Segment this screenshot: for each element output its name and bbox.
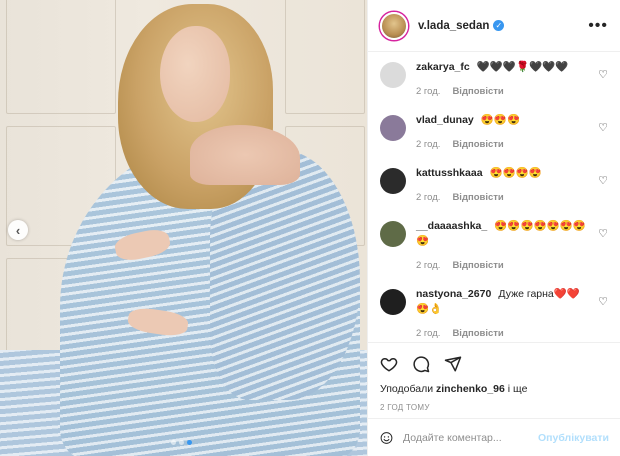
comment-username[interactable]: zakarya_fc [416, 61, 470, 73]
carousel-dot [179, 440, 184, 445]
avatar[interactable] [380, 62, 406, 88]
post-photo[interactable]: ‹ [0, 0, 367, 456]
comment-like-heart-icon[interactable]: ♡ [598, 68, 608, 81]
carousel-dot [187, 440, 192, 445]
post-username[interactable]: v.lada_sedan [418, 20, 489, 32]
wall-panel [6, 0, 116, 114]
post-header: v.lada_sedan ✓ ••• [368, 0, 620, 52]
share-icon[interactable] [444, 355, 462, 373]
comment-item: nastyona_2670 Дуже гарна❤️❤️😍👌 2 год. Ві… [380, 287, 608, 340]
comment-meta: 2 год. Відповісти [416, 137, 588, 152]
avatar[interactable] [380, 11, 408, 40]
add-comment-bar: Опублікувати [368, 418, 620, 456]
more-options-icon[interactable]: ••• [588, 17, 608, 35]
comment-body: zakarya_fc 🖤🖤🖤🌹🖤🖤🖤 2 год. Відповісти [416, 60, 608, 99]
comment-item: kattusshkaaa 😍😍😍😍 2 год. Відповісти ♡ [380, 166, 608, 205]
comment-body: vlad_dunay 😍😍😍 2 год. Відповісти [416, 113, 608, 152]
comment-text: 😍😍😍 [480, 114, 521, 126]
wall-panel [285, 0, 365, 114]
reply-button[interactable]: Відповісти [452, 137, 503, 152]
comment-item: __daaaashka_ 😍😍😍😍😍😍😍😍 2 год. Відповісти … [380, 219, 608, 273]
comment-username[interactable]: nastyona_2670 [416, 288, 491, 300]
emoji-icon[interactable] [380, 429, 393, 447]
comment-like-heart-icon[interactable]: ♡ [598, 121, 608, 134]
comment-icon[interactable] [412, 355, 430, 373]
avatar[interactable] [380, 221, 406, 247]
comment-like-heart-icon[interactable]: ♡ [598, 295, 608, 308]
comment-username[interactable]: kattusshkaaa [416, 167, 483, 179]
comment-meta: 2 год. Відповісти [416, 326, 588, 340]
post-side-panel: v.lada_sedan ✓ ••• zakarya_fc 🖤🖤🖤🌹🖤🖤🖤 2 … [367, 0, 620, 456]
comments-list: zakarya_fc 🖤🖤🖤🌹🖤🖤🖤 2 год. Відповісти ♡ v… [368, 52, 620, 340]
comment-like-heart-icon[interactable]: ♡ [598, 227, 608, 240]
avatar[interactable] [380, 289, 406, 315]
comment-username[interactable]: __daaaashka_ [416, 220, 487, 232]
instagram-post: ‹ v.lada_sedan ✓ ••• zakarya_fc 🖤🖤🖤🌹🖤🖤🖤 … [0, 0, 620, 456]
comment-like-heart-icon[interactable]: ♡ [598, 174, 608, 187]
comment-time[interactable]: 2 год. [416, 258, 440, 273]
comment-username[interactable]: vlad_dunay [416, 114, 474, 126]
likes-user[interactable]: zinchenko_96 [436, 383, 505, 395]
comment-text: 🖤🖤🖤🌹🖤🖤🖤 [476, 61, 569, 73]
carousel-dot [171, 440, 176, 445]
publish-button[interactable]: Опублікувати [538, 432, 609, 444]
comment-body: kattusshkaaa 😍😍😍😍 2 год. Відповісти [416, 166, 608, 205]
comment-body: nastyona_2670 Дуже гарна❤️❤️😍👌 2 год. Ві… [416, 287, 608, 340]
reply-button[interactable]: Відповісти [452, 190, 503, 205]
comment-meta: 2 год. Відповісти [416, 258, 588, 273]
likes-summary: Уподобали zinchenko_96 і ще [380, 383, 609, 395]
carousel-dots [171, 440, 192, 445]
reply-button[interactable]: Відповісти [452, 84, 503, 99]
reply-button[interactable]: Відповісти [452, 326, 503, 340]
comment-time[interactable]: 2 год. [416, 190, 440, 205]
action-bar: Уподобали zinchenko_96 і ще 2 год тому [368, 342, 620, 412]
shoulder [190, 125, 300, 185]
comment-time[interactable]: 2 год. [416, 84, 440, 99]
comment-meta: 2 год. Відповісти [416, 190, 588, 205]
comment-text: 😍😍😍😍 [489, 167, 542, 179]
heart-icon[interactable] [380, 355, 398, 373]
avatar[interactable] [380, 168, 406, 194]
comment-meta: 2 год. Відповісти [416, 84, 588, 99]
comment-time[interactable]: 2 год. [416, 326, 440, 340]
comment-input[interactable] [402, 431, 538, 444]
comment-body: __daaaashka_ 😍😍😍😍😍😍😍😍 2 год. Відповісти [416, 219, 608, 273]
likes-prefix: Уподобали [380, 383, 434, 395]
post-timestamp: 2 год тому [380, 403, 430, 412]
avatar[interactable] [380, 115, 406, 141]
likes-suffix[interactable]: і ще [508, 383, 528, 395]
verified-badge-icon: ✓ [493, 20, 505, 31]
carousel-prev-button[interactable]: ‹ [8, 220, 28, 240]
comment-item: zakarya_fc 🖤🖤🖤🌹🖤🖤🖤 2 год. Відповісти ♡ [380, 60, 608, 99]
comment-item: vlad_dunay 😍😍😍 2 год. Відповісти ♡ [380, 113, 608, 152]
comment-time[interactable]: 2 год. [416, 137, 440, 152]
reply-button[interactable]: Відповісти [452, 258, 503, 273]
face [160, 26, 230, 122]
